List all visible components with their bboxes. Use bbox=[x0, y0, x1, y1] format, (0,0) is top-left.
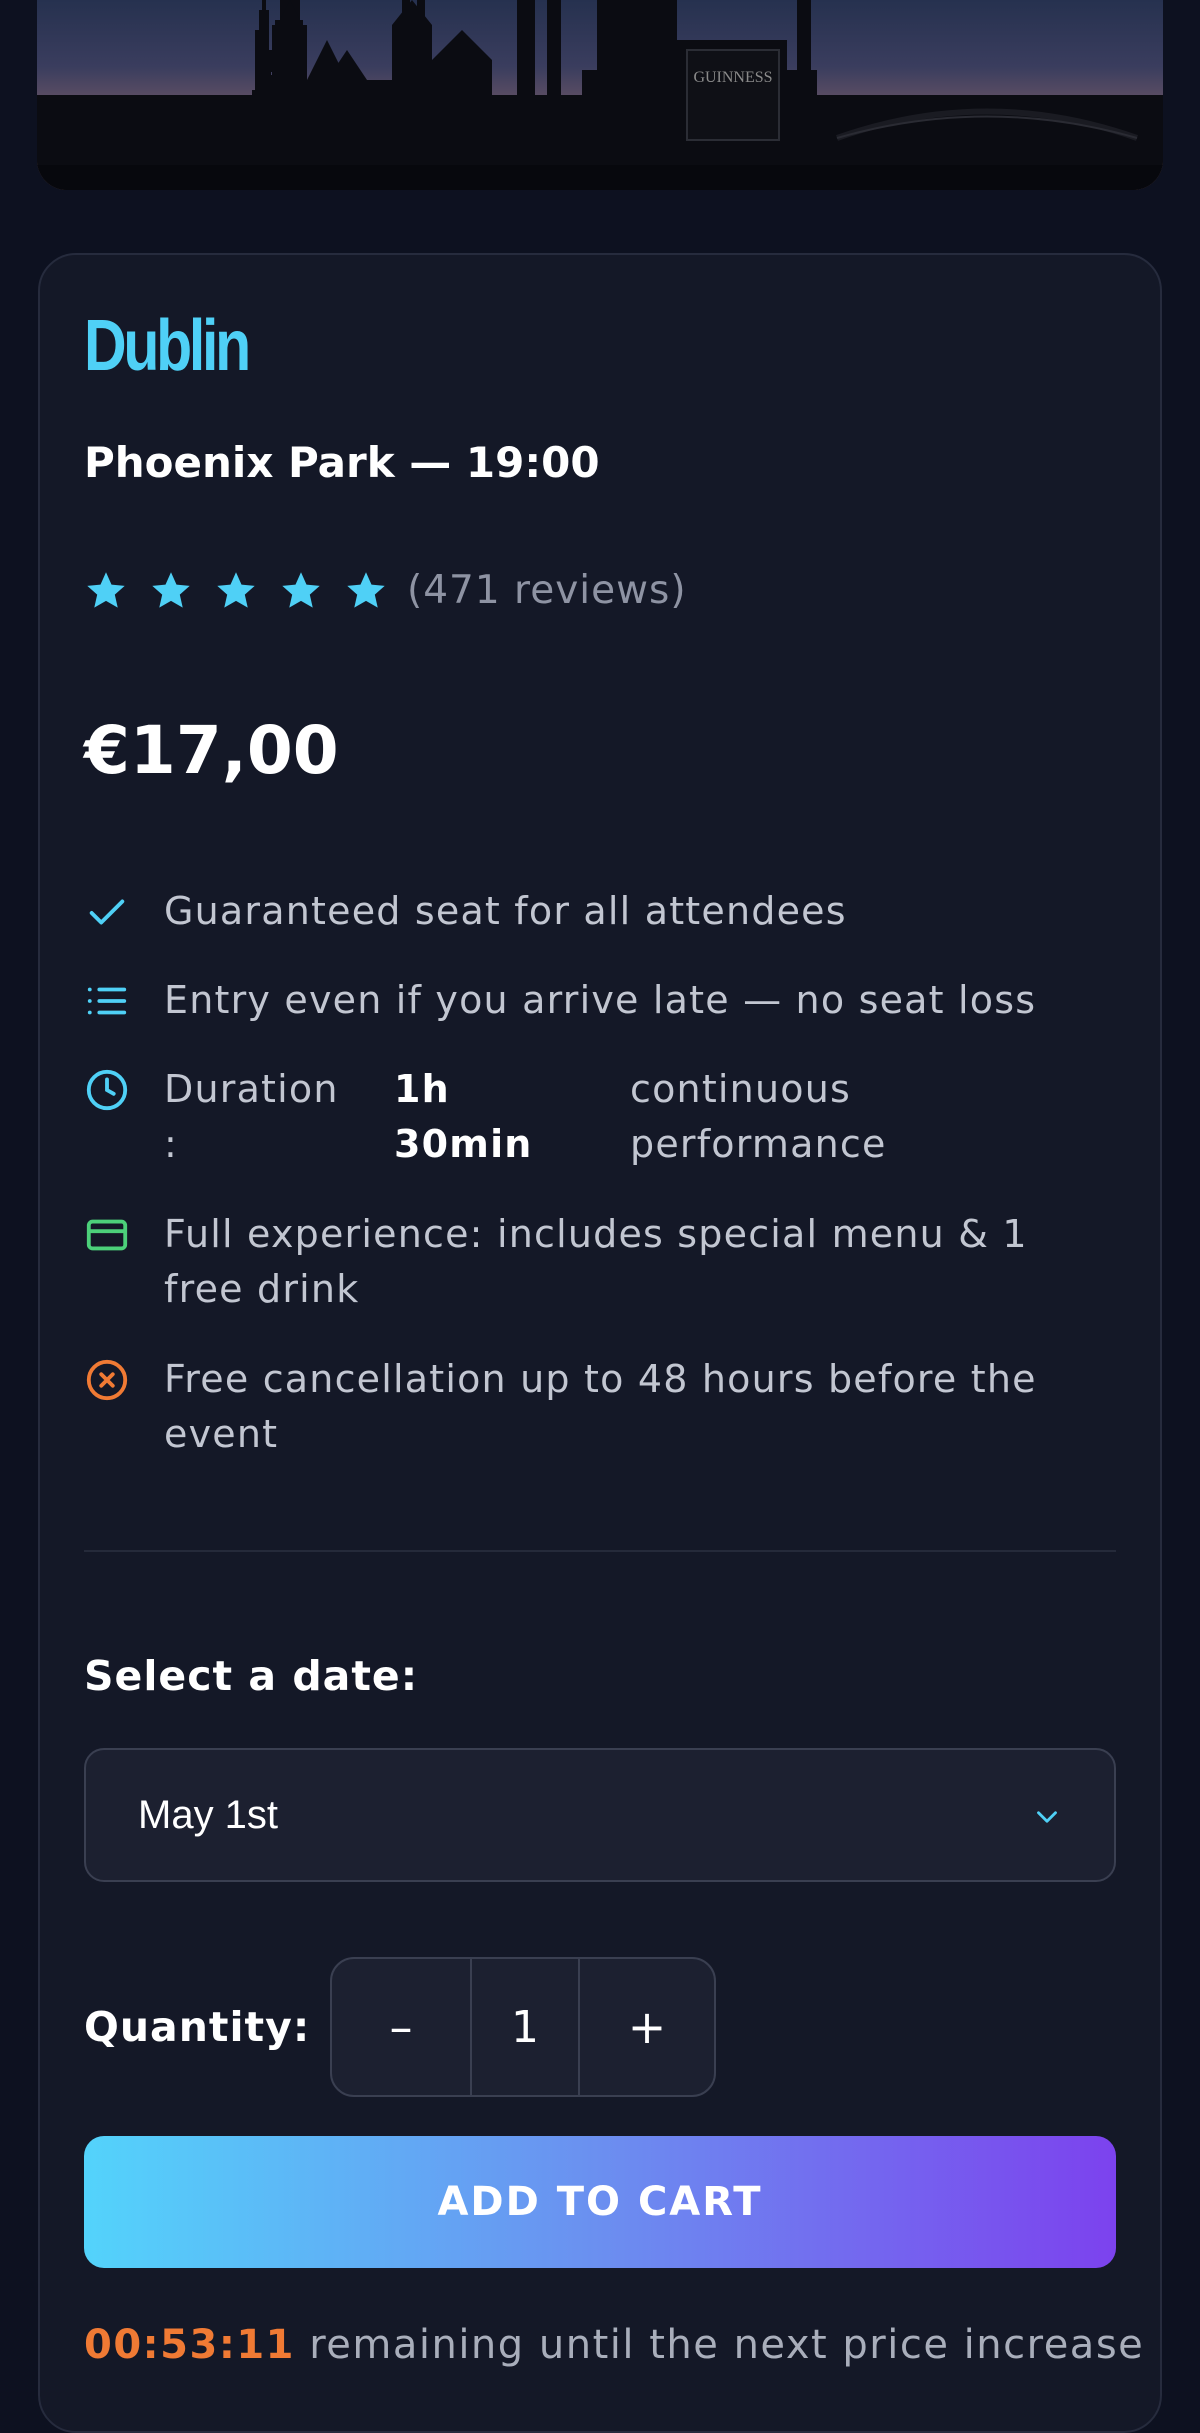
increment-button[interactable]: + bbox=[580, 1959, 714, 2095]
hero-image: GUINNESS bbox=[37, 0, 1163, 190]
reviews-count: (471 reviews) bbox=[407, 568, 687, 613]
date-select[interactable]: May 1st bbox=[84, 1748, 1116, 1882]
chevron-down-icon bbox=[1030, 1800, 1064, 1834]
feature-duration: Duration : 1h 30min continuous performan… bbox=[84, 1062, 887, 1172]
date-select-value: May 1st bbox=[138, 1792, 279, 1837]
feature-full-experience: Full experience: includes special menu &… bbox=[84, 1207, 1028, 1317]
feature-free-cancellation: Free cancellation up to 48 hours before … bbox=[84, 1352, 1037, 1462]
duration-value: 1h 30min bbox=[394, 1062, 630, 1172]
duration-grid: Duration : 1h 30min continuous performan… bbox=[164, 1062, 887, 1172]
price: €17,00 bbox=[84, 712, 339, 789]
feature-text-line: Free cancellation up to 48 hours before … bbox=[164, 1357, 1037, 1401]
guinness-sign-text: GUINNESS bbox=[693, 69, 772, 86]
city-title: Dublin bbox=[84, 306, 251, 386]
feature-text-line: free drink bbox=[164, 1267, 360, 1311]
quantity-value: 1 bbox=[472, 1959, 580, 2095]
duration-label-text: Duration bbox=[164, 1067, 339, 1111]
star-icon bbox=[214, 569, 258, 613]
duration-label: Duration : bbox=[164, 1062, 394, 1172]
star-icon bbox=[344, 569, 388, 613]
feature-late-entry: Entry even if you arrive late — no seat … bbox=[84, 973, 1036, 1028]
price-increase-timer: 00:53:11 remaining until the next price … bbox=[84, 2322, 1144, 2368]
credit-card-icon bbox=[84, 1212, 130, 1258]
duration-hours: 1h bbox=[394, 1067, 450, 1111]
decrement-button[interactable]: – bbox=[332, 1959, 472, 2095]
check-icon bbox=[84, 889, 130, 935]
star-icon bbox=[149, 569, 193, 613]
feature-text: Entry even if you arrive late — no seat … bbox=[164, 978, 1037, 1022]
duration-note: continuous performance bbox=[630, 1062, 887, 1172]
countdown: 00:53:11 bbox=[84, 2322, 295, 2368]
feature-text-line: Full experience: includes special menu &… bbox=[164, 1212, 1028, 1256]
venue-time: Phoenix Park — 19:00 bbox=[84, 438, 600, 487]
feature-text-line: event bbox=[164, 1412, 279, 1456]
rating: (471 reviews) bbox=[84, 568, 687, 613]
star-icon bbox=[84, 569, 128, 613]
add-to-cart-button[interactable]: ADD TO CART bbox=[84, 2136, 1116, 2268]
duration-minutes: 30min bbox=[394, 1122, 533, 1166]
divider bbox=[84, 1550, 1116, 1552]
timer-message: remaining until the next price increase bbox=[294, 2322, 1145, 2368]
star-icon bbox=[279, 569, 323, 613]
feature-text: Free cancellation up to 48 hours before … bbox=[164, 1352, 1037, 1462]
feature-text: Guaranteed seat for all attendees bbox=[164, 889, 847, 933]
clock-icon bbox=[84, 1067, 130, 1113]
quantity-label: Quantity: bbox=[84, 2003, 311, 2051]
duration-note-line: performance bbox=[630, 1122, 887, 1166]
duration-note-line: continuous bbox=[630, 1067, 851, 1111]
feature-guaranteed-seat: Guaranteed seat for all attendees bbox=[84, 884, 847, 939]
x-circle-icon bbox=[84, 1357, 130, 1403]
quantity-stepper: – 1 + bbox=[330, 1957, 716, 2097]
feature-text: Full experience: includes special menu &… bbox=[164, 1207, 1028, 1317]
date-label: Select a date: bbox=[84, 1652, 419, 1700]
duration-label-colon: : bbox=[164, 1122, 179, 1166]
dublin-skyline-illustration: GUINNESS bbox=[37, 0, 1163, 190]
list-icon bbox=[84, 978, 130, 1024]
